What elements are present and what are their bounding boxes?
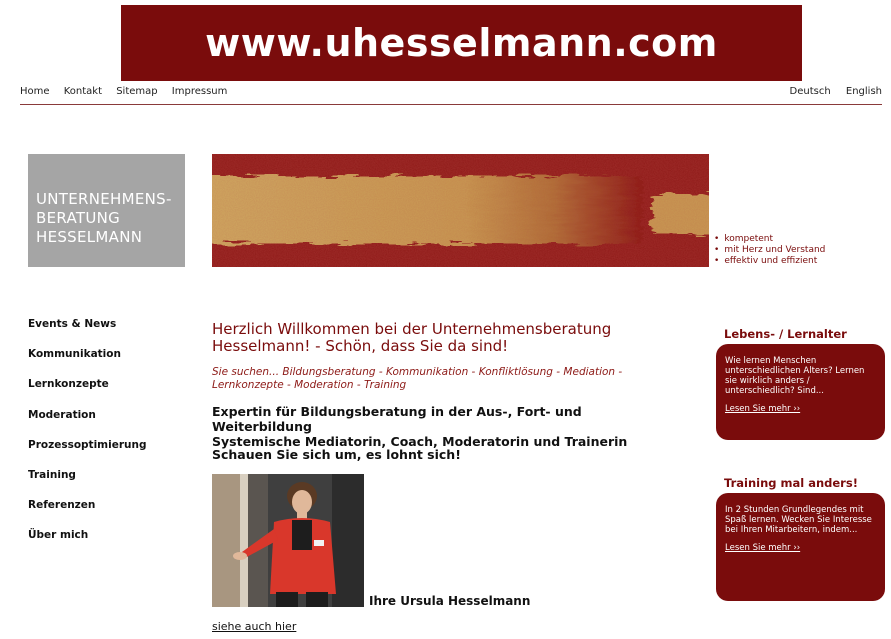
welcome-heading: Herzlich Willkommen bei der Unternehmens… [212,320,612,355]
tagline-item: kompetent [714,234,825,245]
top-navigation: Home Kontakt Sitemap Impressum [20,86,238,97]
read-more-link[interactable]: Lesen Sie mehr ›› [725,404,877,414]
hero-banner-image [212,154,709,267]
card-title-training: Training mal anders! [724,476,858,490]
see-also-link[interactable]: siehe auch hier [212,620,296,633]
url-banner: www.uhesselmann.com [121,5,802,81]
card-title-lebensalter: Lebens- / Lernalter [724,327,847,341]
expertise-text: Expertin für Bildungsberatung in der Aus… [212,404,672,449]
card-body: In 2 Stunden Grundlegendes mit Spaß lern… [725,505,872,535]
topnav-impressum[interactable]: Impressum [172,86,228,97]
sidebar-item-moderation[interactable]: Moderation [28,409,146,439]
tagline-item: effektiv und effizient [714,256,825,267]
card-body: Wie lernen Menschen unterschiedlichen Al… [725,356,865,396]
tagline-list: kompetent mit Herz und Verstand effektiv… [714,234,825,267]
topnav-kontakt[interactable]: Kontakt [64,86,102,97]
read-more-link[interactable]: Lesen Sie mehr ›› [725,543,877,553]
language-navigation: Deutsch English [778,86,882,97]
tagline-item: mit Herz und Verstand [714,245,825,256]
logo-line: HESSELMANN [36,228,143,246]
sidebar-item-lernkonzepte[interactable]: Lernkonzepte [28,378,146,408]
photo-caption: Ihre Ursula Hesselmann [369,594,531,608]
sidebar-item-prozessoptimierung[interactable]: Prozessoptimierung [28,439,146,469]
lang-deutsch[interactable]: Deutsch [790,86,831,97]
logo-line: BERATUNG [36,209,121,227]
sidebar-navigation: Events & News Kommunikation Lernkonzepte… [28,318,146,560]
sidebar-item-ueber-mich[interactable]: Über mich [28,529,146,559]
topnav-home[interactable]: Home [20,86,50,97]
expertise-line: Expertin für Bildungsberatung in der Aus… [212,404,582,434]
lang-english[interactable]: English [846,86,882,97]
header-divider [20,104,882,105]
teaser-card-training: In 2 Stunden Grundlegendes mit Spaß lern… [716,493,885,601]
sidebar-item-referenzen[interactable]: Referenzen [28,499,146,529]
invitation-text: Schauen Sie sich um, es lohnt sich! [212,447,461,462]
topnav-sitemap[interactable]: Sitemap [116,86,157,97]
teaser-card-lebensalter: Wie lernen Menschen unterschiedlichen Al… [716,344,885,440]
sidebar-item-events-news[interactable]: Events & News [28,318,146,348]
portrait-photo [212,474,364,607]
services-subline: Sie suchen... Bildungsberatung - Kommuni… [212,366,623,391]
company-logo[interactable]: UNTERNEHMENS- BERATUNG HESSELMANN [28,154,185,267]
sidebar-item-training[interactable]: Training [28,469,146,499]
logo-line: UNTERNEHMENS- [36,190,172,208]
sidebar-item-kommunikation[interactable]: Kommunikation [28,348,146,378]
